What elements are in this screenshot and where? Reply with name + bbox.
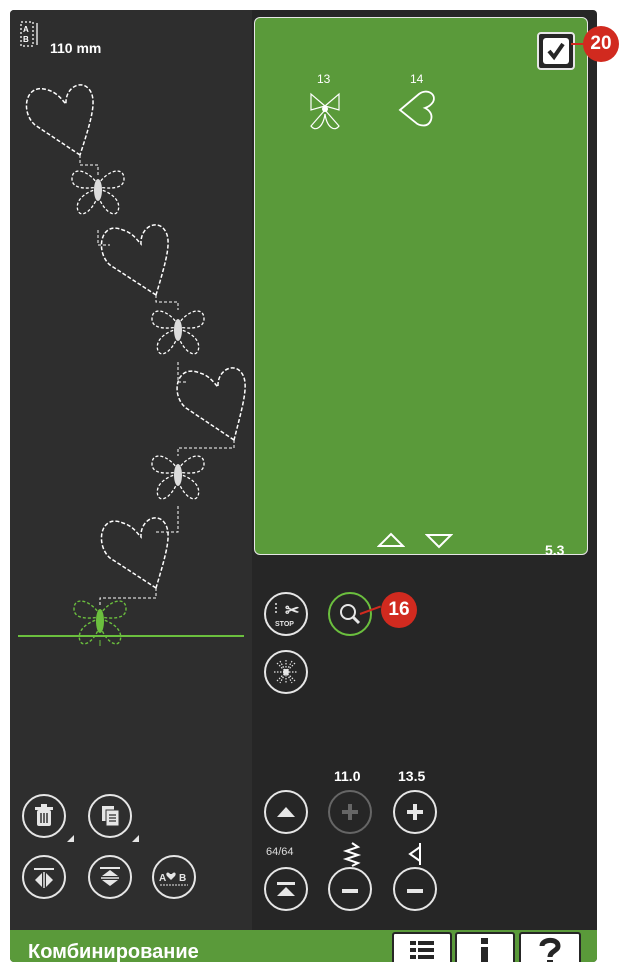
trash-icon xyxy=(35,804,53,826)
butterfly-icon xyxy=(310,92,340,130)
width-decrease-button[interactable] xyxy=(328,867,372,911)
page-title: Комбинирование xyxy=(28,941,199,962)
mirror-sequence-icon: A B xyxy=(20,21,42,52)
tension-button[interactable] xyxy=(264,650,308,694)
confirm-button[interactable] xyxy=(537,32,575,70)
svg-text:A: A xyxy=(23,25,29,34)
scroll-to-end-button[interactable] xyxy=(264,867,308,911)
mirror-side-to-side-button[interactable] xyxy=(22,855,66,899)
scissors-stop-icon: ✂ STOP xyxy=(275,601,299,628)
checkmark-icon xyxy=(543,38,569,64)
svg-text:✂: ✂ xyxy=(285,601,299,620)
plus-icon xyxy=(407,804,423,820)
stitch-menu-panel: 13 14 5.3 xyxy=(254,17,588,558)
callout-20: 20 xyxy=(583,26,619,62)
svg-text:B: B xyxy=(179,873,186,884)
width-increase-button[interactable] xyxy=(328,790,372,834)
minus-icon xyxy=(407,889,423,893)
info-button[interactable] xyxy=(455,932,515,962)
touch-screen: A B 110 mm A B 13 14 5.3 ✂ STOP 11.0 13.… xyxy=(10,10,597,962)
ab-sequence-icon: A B xyxy=(159,872,188,886)
stitch-number-14: 14 xyxy=(410,72,424,86)
mirror-side-icon xyxy=(34,868,54,888)
menu-list-button[interactable] xyxy=(392,932,452,962)
stitch-number-13: 13 xyxy=(317,72,331,86)
page-number: 5.3 xyxy=(545,542,565,558)
svg-text:B: B xyxy=(23,35,29,44)
pattern-length: 110 mm xyxy=(50,40,102,56)
heart-icon xyxy=(398,90,435,127)
question-mark-icon xyxy=(539,937,561,962)
sequence-button[interactable]: A B xyxy=(152,855,196,899)
copy-button[interactable] xyxy=(88,794,132,838)
callout-16: 16 xyxy=(381,592,417,628)
minus-icon xyxy=(342,889,358,893)
length-increase-button[interactable] xyxy=(393,790,437,834)
arrow-up-icon xyxy=(277,807,295,817)
info-icon xyxy=(481,938,488,962)
scroll-up-button[interactable] xyxy=(264,790,308,834)
stitch-length-value: 13.5 xyxy=(398,768,426,784)
submenu-indicator-icon xyxy=(132,835,139,842)
mirror-end-to-end-button[interactable] xyxy=(88,855,132,899)
zoom-button[interactable] xyxy=(328,592,372,636)
title-bar: Комбинирование xyxy=(10,930,597,962)
stop-cut-button[interactable]: ✂ STOP xyxy=(264,592,308,636)
list-icon xyxy=(410,941,434,959)
mirror-end-icon xyxy=(100,867,120,886)
submenu-indicator-icon xyxy=(67,835,74,842)
stitch-position: 64/64 xyxy=(266,846,294,858)
stitch-butterfly[interactable] xyxy=(305,90,345,134)
sewing-preview-area: A B 110 mm A B xyxy=(10,10,252,930)
length-decrease-button[interactable] xyxy=(393,867,437,911)
delete-button[interactable] xyxy=(22,794,66,838)
stitch-width-value: 11.0 xyxy=(334,768,361,784)
magnifier-icon xyxy=(340,604,361,625)
starburst-icon xyxy=(274,660,298,684)
svg-text:A: A xyxy=(159,873,166,884)
plus-icon xyxy=(342,804,358,820)
scroll-up-icon[interactable] xyxy=(376,532,406,555)
copy-icon xyxy=(102,806,120,827)
svg-text:STOP: STOP xyxy=(275,621,294,628)
scroll-down-icon[interactable] xyxy=(424,532,454,555)
help-button[interactable] xyxy=(519,932,581,962)
stitch-sequence-preview xyxy=(18,84,246,646)
stitch-heart[interactable] xyxy=(395,88,439,132)
jump-to-end-icon xyxy=(277,882,295,896)
